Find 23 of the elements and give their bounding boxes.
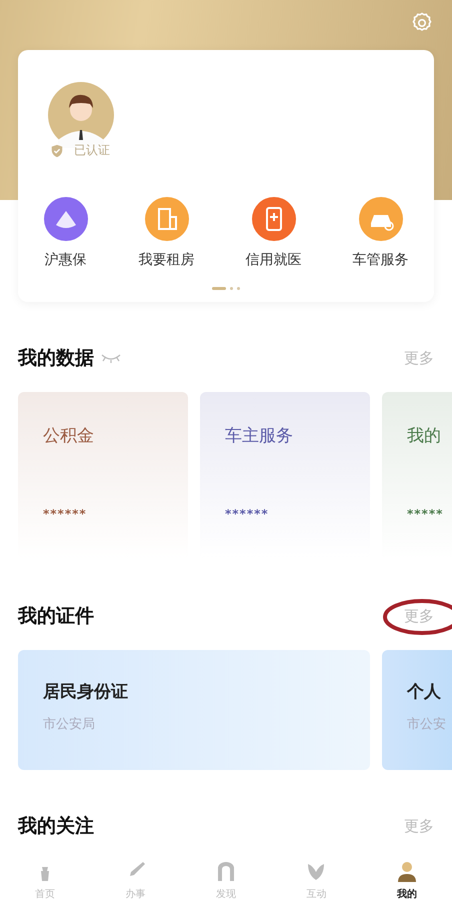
shortcut-button[interactable]: 车管服务 bbox=[352, 197, 408, 269]
masked-value: ****** bbox=[225, 507, 269, 521]
card-title: 公积金 bbox=[43, 425, 94, 447]
section-title: 我的证件 bbox=[18, 604, 94, 629]
card-title: 居民身份证 bbox=[43, 681, 128, 703]
issuer-label: 市公安局 bbox=[43, 716, 95, 733]
masked-value: ****** bbox=[43, 507, 87, 521]
card-title: 我的 bbox=[407, 425, 441, 447]
verified-label: 已认证 bbox=[74, 142, 110, 159]
card-title: 个人 bbox=[407, 681, 441, 703]
masked-value: ***** bbox=[407, 507, 444, 521]
card-title: 车主服务 bbox=[225, 425, 293, 447]
closed-eye-icon[interactable] bbox=[100, 353, 122, 363]
shortcut-button[interactable]: 我要租房 bbox=[138, 197, 194, 269]
certificate-card[interactable]: 个人 市公安 bbox=[382, 650, 452, 770]
section-title: 我的数据 bbox=[18, 346, 94, 371]
shortcut-button[interactable]: 沪惠保 bbox=[44, 197, 88, 269]
tab[interactable]: 我的 bbox=[382, 859, 432, 901]
shield-check-icon bbox=[50, 144, 64, 158]
section-title: 我的关注 bbox=[18, 814, 94, 839]
issuer-label: 市公安 bbox=[407, 716, 446, 733]
certificate-card[interactable]: 居民身份证 市公安局 bbox=[18, 650, 370, 770]
shortcut-button[interactable]: 信用就医 bbox=[246, 197, 302, 269]
